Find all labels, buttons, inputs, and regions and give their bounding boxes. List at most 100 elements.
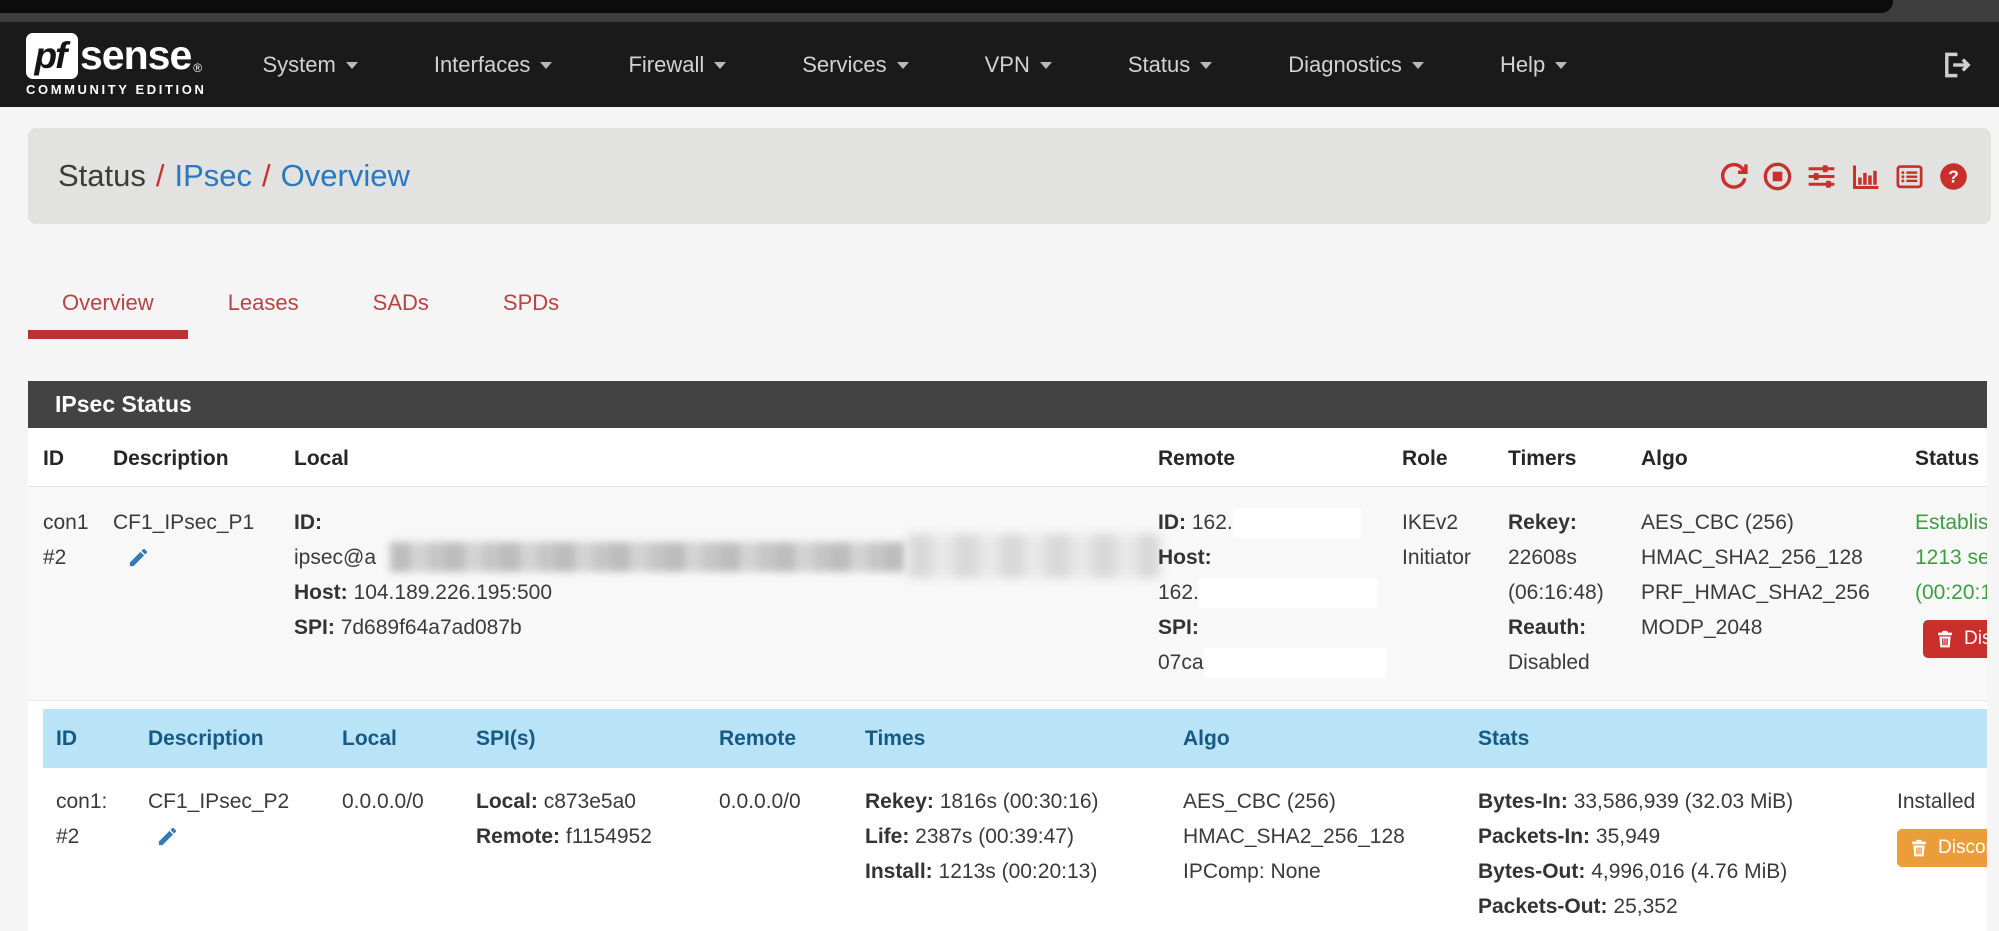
pfsense-logo[interactable]: pf sense ® COMMUNITY EDITION bbox=[26, 32, 206, 97]
col-header-local: Local bbox=[329, 709, 463, 768]
disconnect-label: Disconnect bbox=[1938, 837, 1987, 859]
breadcrumb-separator: / bbox=[156, 158, 165, 193]
chart-bar-icon[interactable] bbox=[1850, 161, 1881, 192]
tab-bar: Overview Leases SADs SPDs bbox=[28, 282, 633, 330]
svg-text:?: ? bbox=[1948, 166, 1959, 186]
col-header-remote: Remote bbox=[1143, 428, 1387, 486]
menu-label: System bbox=[262, 52, 335, 77]
panel-title: IPsec Status bbox=[28, 381, 1987, 428]
browser-chrome-dark-strip bbox=[0, 0, 1893, 13]
breadcrumb-separator: / bbox=[262, 158, 271, 193]
col-header-times: Times bbox=[852, 709, 1170, 768]
status-established: Established bbox=[1915, 505, 1972, 540]
disconnect-button[interactable]: Disconnect bbox=[1923, 620, 1987, 658]
chevron-down-icon bbox=[1412, 62, 1424, 69]
cell-remote: 0.0.0.0/0 bbox=[706, 768, 852, 931]
tab-sads[interactable]: SADs bbox=[373, 282, 429, 330]
child-sa-table: ID Description Local SPI(s) Remote Times… bbox=[28, 700, 1987, 931]
trash-icon bbox=[1935, 629, 1955, 649]
table-row: con1: #2 CF1_IPsec_P2 0.0.0.0/0 Local: c… bbox=[43, 768, 1987, 931]
cell-remote: ID: 162. Host: 162. SPI: 07ca bbox=[1143, 487, 1387, 700]
col-header-timers: Timers bbox=[1493, 428, 1626, 486]
edit-pencil-icon[interactable] bbox=[127, 546, 150, 569]
col-header-role: Role bbox=[1387, 428, 1493, 486]
stop-icon[interactable] bbox=[1762, 161, 1793, 192]
edit-pencil-icon[interactable] bbox=[156, 825, 179, 848]
col-header-id: ID bbox=[43, 709, 135, 768]
chevron-down-icon bbox=[897, 62, 909, 69]
menu-label: Diagnostics bbox=[1288, 52, 1402, 77]
cell-role: IKEv2 Initiator bbox=[1387, 487, 1493, 700]
chevron-down-icon bbox=[1200, 62, 1212, 69]
cell-status: Established 1213 seconds (00:20:13) bbox=[1900, 487, 1987, 700]
menu-label: Status bbox=[1128, 52, 1190, 77]
menu-item-interfaces[interactable]: Interfaces bbox=[434, 52, 553, 78]
refresh-icon[interactable] bbox=[1718, 161, 1749, 192]
sliders-icon[interactable] bbox=[1806, 161, 1837, 192]
cell-local: 0.0.0.0/0 bbox=[329, 768, 463, 931]
cell-id: con1 #2 bbox=[28, 487, 98, 700]
chevron-down-icon bbox=[540, 62, 552, 69]
status-installed: Installed bbox=[1897, 784, 1974, 819]
cell-spis: Local: c873e5a0 Remote: f1154952 bbox=[463, 768, 706, 931]
menu-label: VPN bbox=[985, 52, 1030, 77]
cell-id: con1: #2 bbox=[43, 768, 135, 931]
col-header-stats: Stats bbox=[1465, 709, 1884, 768]
col-header-algo: Algo bbox=[1170, 709, 1465, 768]
redacted-white-block bbox=[1199, 578, 1377, 608]
menu-item-firewall[interactable]: Firewall bbox=[628, 52, 726, 78]
cell-times: Rekey: 1816s (00:30:16) Life: 2387s (00:… bbox=[852, 768, 1170, 931]
menu-label: Services bbox=[802, 52, 886, 77]
page-action-icons: ? bbox=[1718, 161, 1969, 192]
redacted-blur bbox=[908, 534, 1160, 578]
cell-description: CF1_IPsec_P1 bbox=[98, 487, 279, 700]
logo-sense-text: sense bbox=[80, 32, 191, 79]
child-table-header: ID Description Local SPI(s) Remote Times… bbox=[43, 709, 1987, 768]
sign-out-icon[interactable] bbox=[1939, 48, 1973, 82]
tab-spds[interactable]: SPDs bbox=[503, 282, 559, 330]
ipsec-status-panel: IPsec Status ID Description Local Remote… bbox=[28, 381, 1987, 931]
logo-registered-mark: ® bbox=[193, 61, 202, 75]
top-navbar: pf sense ® COMMUNITY EDITION System Inte… bbox=[0, 22, 1999, 107]
col-header-empty bbox=[1884, 709, 1987, 768]
col-header-description: Description bbox=[98, 428, 279, 486]
menu-item-status[interactable]: Status bbox=[1128, 52, 1212, 78]
col-header-algo: Algo bbox=[1626, 428, 1900, 486]
chevron-down-icon bbox=[346, 62, 358, 69]
tab-overview[interactable]: Overview bbox=[62, 282, 154, 330]
col-header-local: Local bbox=[279, 428, 1143, 486]
help-icon[interactable]: ? bbox=[1938, 161, 1969, 192]
col-header-status: Status bbox=[1900, 428, 1987, 486]
breadcrumb-link-overview[interactable]: Overview bbox=[281, 158, 410, 193]
tab-leases[interactable]: Leases bbox=[228, 282, 299, 330]
disconnect-button[interactable]: Disconnect bbox=[1897, 829, 1987, 867]
table-row: con1 #2 CF1_IPsec_P1 ID: ipsec@a bbox=[28, 487, 1987, 700]
trash-icon bbox=[1909, 838, 1929, 858]
breadcrumb-link-ipsec[interactable]: IPsec bbox=[175, 158, 253, 193]
chevron-down-icon bbox=[1555, 62, 1567, 69]
cell-stats: Bytes-In: 33,586,939 (32.03 MiB) Packets… bbox=[1465, 768, 1884, 931]
logo-pf-box: pf bbox=[26, 33, 78, 79]
redacted-blur bbox=[390, 542, 905, 572]
cell-algo: AES_CBC (256) HMAC_SHA2_256_128 IPComp: … bbox=[1170, 768, 1465, 931]
page-content: Status / IPsec / Overview bbox=[0, 107, 1999, 931]
menu-item-vpn[interactable]: VPN bbox=[985, 52, 1052, 78]
col-header-id: ID bbox=[28, 428, 98, 486]
cell-description: CF1_IPsec_P2 bbox=[135, 768, 329, 931]
list-icon[interactable] bbox=[1894, 161, 1925, 192]
menu-item-diagnostics[interactable]: Diagnostics bbox=[1288, 52, 1424, 78]
redacted-white-block bbox=[1204, 648, 1386, 678]
menu-item-system[interactable]: System bbox=[262, 52, 357, 78]
chevron-down-icon bbox=[1040, 62, 1052, 69]
browser-chrome-strip bbox=[0, 0, 1999, 22]
pfsense-ipsec-status-screen: pf sense ® COMMUNITY EDITION System Inte… bbox=[0, 0, 1999, 931]
menu-item-services[interactable]: Services bbox=[802, 52, 908, 78]
col-header-spis: SPI(s) bbox=[463, 709, 706, 768]
breadcrumb-section: Status bbox=[58, 158, 146, 193]
chevron-down-icon bbox=[714, 62, 726, 69]
cell-algo: AES_CBC (256) HMAC_SHA2_256_128 PRF_HMAC… bbox=[1626, 487, 1900, 700]
ipsec-table-header: ID Description Local Remote Role Timers … bbox=[28, 428, 1987, 487]
menu-item-help[interactable]: Help bbox=[1500, 52, 1567, 78]
disconnect-label: Disconnect bbox=[1964, 628, 1987, 650]
cell-status: Installed Disconne bbox=[1884, 768, 1987, 931]
